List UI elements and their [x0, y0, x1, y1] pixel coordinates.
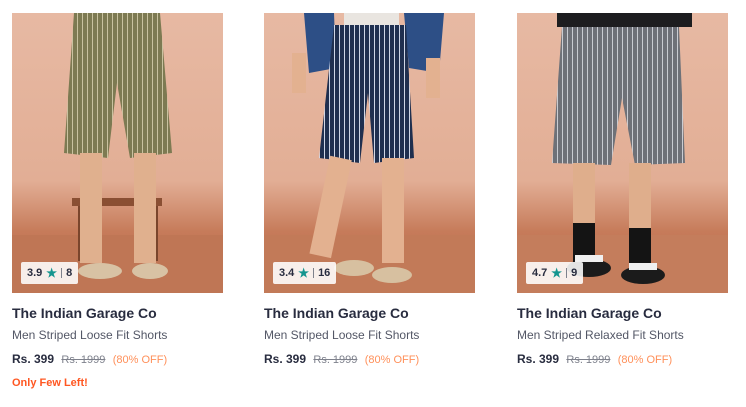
product-price: Rs. 399: [264, 352, 307, 366]
star-icon: ★: [298, 266, 310, 280]
product-name: Men Striped Loose Fit Shorts: [264, 328, 420, 342]
product-name: Men Striped Loose Fit Shorts: [12, 328, 168, 342]
product-image[interactable]: 4.7 ★ 9: [517, 13, 728, 293]
rating-divider: [61, 268, 63, 278]
product-image[interactable]: 3.9 ★ 8: [12, 13, 223, 293]
product-card[interactable]: 3.9 ★ 8 The Indian Garage Co Men Striped…: [12, 13, 223, 389]
product-discount: (80% OFF): [617, 354, 673, 366]
product-brand: The Indian Garage Co: [517, 305, 662, 321]
product-name: Men Striped Relaxed Fit Shorts: [517, 328, 684, 342]
rating-divider: [313, 268, 315, 278]
rating-count: 8: [66, 267, 73, 279]
star-icon: ★: [46, 266, 58, 280]
product-info[interactable]: The Indian Garage Co Men Striped Loose F…: [264, 293, 475, 368]
product-price: Rs. 399: [12, 352, 55, 366]
price-row: Rs. 399 Rs. 1999 (80% OFF): [517, 351, 728, 368]
rating-badge: 3.9 ★ 8: [21, 262, 79, 284]
price-row: Rs. 399 Rs. 1999 (80% OFF): [12, 351, 223, 368]
product-brand: The Indian Garage Co: [264, 305, 409, 321]
product-brand: The Indian Garage Co: [12, 305, 157, 321]
product-grid: 3.9 ★ 8 The Indian Garage Co Men Striped…: [0, 0, 746, 407]
rating-badge: 4.7 ★ 9: [526, 262, 584, 284]
product-image[interactable]: 3.4 ★ 16: [264, 13, 475, 293]
rating-count: 16: [318, 267, 331, 279]
rating-value: 3.4: [279, 267, 295, 279]
rating-badge: 3.4 ★ 16: [273, 262, 337, 284]
product-discount: (80% OFF): [364, 354, 420, 366]
rating-divider: [566, 268, 568, 278]
rating-count: 9: [571, 267, 578, 279]
product-info[interactable]: The Indian Garage Co Men Striped Relaxed…: [517, 293, 728, 368]
price-row: Rs. 399 Rs. 1999 (80% OFF): [264, 351, 475, 368]
rating-value: 3.9: [27, 267, 43, 279]
product-card[interactable]: 3.4 ★ 16 The Indian Garage Co Men Stripe…: [264, 13, 475, 368]
product-mrp: Rs. 1999: [566, 354, 611, 366]
stock-note: Only Few Left!: [12, 377, 88, 389]
product-info[interactable]: The Indian Garage Co Men Striped Loose F…: [12, 293, 223, 389]
product-price: Rs. 399: [517, 352, 560, 366]
rating-value: 4.7: [532, 267, 548, 279]
product-mrp: Rs. 1999: [313, 354, 358, 366]
star-icon: ★: [551, 266, 563, 280]
product-card[interactable]: 4.7 ★ 9 The Indian Garage Co Men Striped…: [517, 13, 728, 368]
product-discount: (80% OFF): [112, 354, 168, 366]
product-mrp: Rs. 1999: [61, 354, 106, 366]
